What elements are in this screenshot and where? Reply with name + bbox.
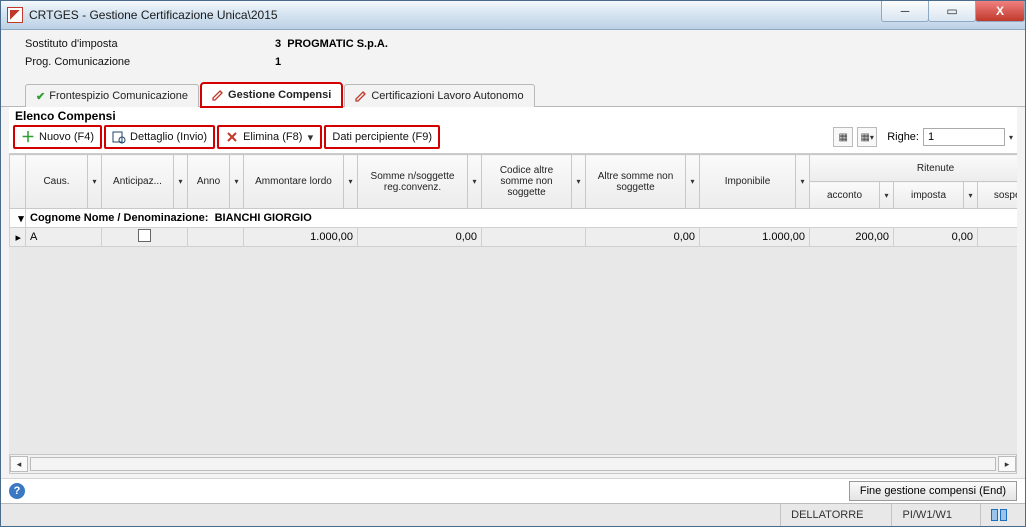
col-caus[interactable]: Caus. — [26, 155, 88, 209]
app-icon — [7, 7, 23, 23]
col-sort[interactable]: ▾ — [468, 155, 482, 209]
chevron-down-icon[interactable]: ▾ — [306, 131, 314, 144]
cell-acconto[interactable]: 200,00 — [810, 228, 894, 247]
col-sospese[interactable]: sospese — [978, 182, 1018, 209]
check-icon: ✔ — [36, 90, 45, 103]
scroll-track[interactable] — [30, 457, 996, 471]
prog-label: Prog. Comunicazione — [25, 56, 275, 72]
cell-ammontare[interactable]: 1.000,00 — [244, 228, 358, 247]
col-sort[interactable]: ▾ — [572, 155, 586, 209]
scroll-left-button[interactable]: ◂ — [10, 456, 28, 472]
col-imposta[interactable]: imposta — [894, 182, 964, 209]
grid-settings-button[interactable]: ▦ — [833, 127, 853, 147]
nuovo-button[interactable]: ＋ Nuovo (F4) — [13, 125, 102, 149]
elimina-button[interactable]: Elimina (F8) ▾ — [217, 125, 322, 149]
group-label: Cognome Nome / Denominazione: — [30, 212, 208, 224]
help-button[interactable]: ? — [9, 483, 25, 499]
righe-input[interactable] — [923, 128, 1005, 146]
col-sort[interactable]: ▾ — [796, 155, 810, 209]
col-somme-nsogg[interactable]: Somme n/soggette reg.convenz. — [358, 155, 468, 209]
sostituto-label: Sostituto d'imposta — [25, 38, 275, 54]
group-value: BIANCHI GIORGIO — [215, 212, 312, 224]
status-connection-icon — [980, 504, 1017, 526]
col-imponibile[interactable]: Imponibile — [700, 155, 796, 209]
row-selector-header[interactable] — [10, 155, 26, 209]
group-header-row[interactable]: ▾ Cognome Nome / Denominazione: BIANCHI … — [10, 209, 1018, 228]
tab-cert-autonomo[interactable]: Certificazioni Lavoro Autonomo — [344, 84, 534, 107]
prog-value: 1 — [275, 56, 281, 72]
tab-frontespizio[interactable]: ✔ Frontespizio Comunicazione — [25, 84, 199, 107]
btn-label: Nuovo (F4) — [39, 131, 94, 143]
app-window: CRTGES - Gestione Certificazione Unica\2… — [0, 0, 1026, 527]
scroll-right-button[interactable]: ▸ — [998, 456, 1016, 472]
grid-body[interactable] — [9, 247, 1017, 454]
col-sort[interactable]: ▾ — [174, 155, 188, 209]
collapse-icon[interactable]: ▾ — [14, 212, 28, 225]
minimize-button[interactable]: ─ — [881, 1, 929, 22]
plus-icon: ＋ — [21, 130, 35, 144]
cell-codice-altre[interactable] — [482, 228, 586, 247]
tabstrip: ✔ Frontespizio Comunicazione Gestione Co… — [1, 80, 1025, 107]
tab-label: Gestione Compensi — [228, 89, 331, 101]
col-anticipaz[interactable]: Anticipaz... — [102, 155, 174, 209]
dati-percipiente-button[interactable]: Dati percipiente (F9) — [324, 125, 440, 149]
btn-label: Dati percipiente (F9) — [332, 131, 432, 143]
cell-imposta[interactable]: 0,00 — [894, 228, 978, 247]
section-title: Elenco Compensi — [9, 107, 1017, 123]
end-button[interactable]: Fine gestione compensi (End) — [849, 481, 1017, 501]
cell-somme-nsogg[interactable]: 0,00 — [358, 228, 482, 247]
col-sort[interactable]: ▾ — [344, 155, 358, 209]
righe-label: Righe: — [887, 131, 919, 143]
titlebar[interactable]: CRTGES - Gestione Certificazione Unica\2… — [1, 1, 1025, 30]
statusbar: DELLATORRE PI/W1/W1 — [1, 503, 1025, 526]
col-group-ritenute[interactable]: Ritenute — [810, 155, 1018, 182]
status-terminal: PI/W1/W1 — [891, 504, 962, 526]
sostituto-name: PROGMATIC S.p.A. — [287, 38, 388, 50]
checkbox-icon[interactable] — [138, 229, 151, 242]
col-sort[interactable]: ▾ — [88, 155, 102, 209]
tab-label: Frontespizio Comunicazione — [49, 90, 188, 102]
grid: Caus.▾ Anticipaz...▾ Anno▾ Ammontare lor… — [9, 154, 1017, 474]
status-user: DELLATORRE — [780, 504, 873, 526]
h-scrollbar[interactable]: ◂ ▸ — [9, 454, 1017, 474]
cell-sospese[interactable]: 0,00 — [978, 228, 1018, 247]
chevron-down-icon[interactable]: ▾ — [1009, 133, 1013, 142]
sostituto-num: 3 — [275, 38, 281, 50]
col-acconto[interactable]: acconto — [810, 182, 880, 209]
col-sort[interactable]: ▾ — [964, 182, 978, 209]
cell-caus[interactable]: A — [26, 228, 102, 247]
pencil-icon — [355, 90, 367, 102]
filter-button[interactable]: ▦▾ — [857, 127, 877, 147]
detail-icon — [112, 130, 126, 144]
col-sort[interactable]: ▾ — [686, 155, 700, 209]
toolbar: ＋ Nuovo (F4) Dettaglio (Invio) Elimina (… — [9, 123, 1017, 154]
btn-label: Elimina (F8) — [243, 131, 302, 143]
close-button[interactable]: X — [975, 1, 1025, 22]
data-row[interactable]: ▸ A 1.000,00 0,00 0,00 1.000,00 200,00 0… — [10, 228, 1018, 247]
cell-anno[interactable] — [188, 228, 244, 247]
col-sort[interactable]: ▾ — [880, 182, 894, 209]
col-codice-altre[interactable]: Codice altre somme non soggette — [482, 155, 572, 209]
header-info: Sostituto d'imposta 3 PROGMATIC S.p.A. P… — [1, 30, 1025, 78]
cell-anticipaz[interactable] — [102, 228, 188, 247]
row-indicator[interactable]: ▸ — [10, 228, 26, 247]
col-sort[interactable]: ▾ — [230, 155, 244, 209]
tab-label: Certificazioni Lavoro Autonomo — [371, 90, 523, 102]
delete-icon — [225, 130, 239, 144]
btn-label: Dettaglio (Invio) — [130, 131, 207, 143]
cell-altre-somme[interactable]: 0,00 — [586, 228, 700, 247]
cell-imponibile[interactable]: 1.000,00 — [700, 228, 810, 247]
maximize-button[interactable]: ▭ — [928, 1, 976, 22]
tab-compensi[interactable]: Gestione Compensi — [201, 83, 342, 107]
col-altre-somme[interactable]: Altre somme non soggette — [586, 155, 686, 209]
pencil-icon — [212, 89, 224, 101]
window-title: CRTGES - Gestione Certificazione Unica\2… — [29, 8, 278, 22]
col-anno[interactable]: Anno — [188, 155, 230, 209]
dettaglio-button[interactable]: Dettaglio (Invio) — [104, 125, 215, 149]
col-ammontare[interactable]: Ammontare lordo — [244, 155, 344, 209]
